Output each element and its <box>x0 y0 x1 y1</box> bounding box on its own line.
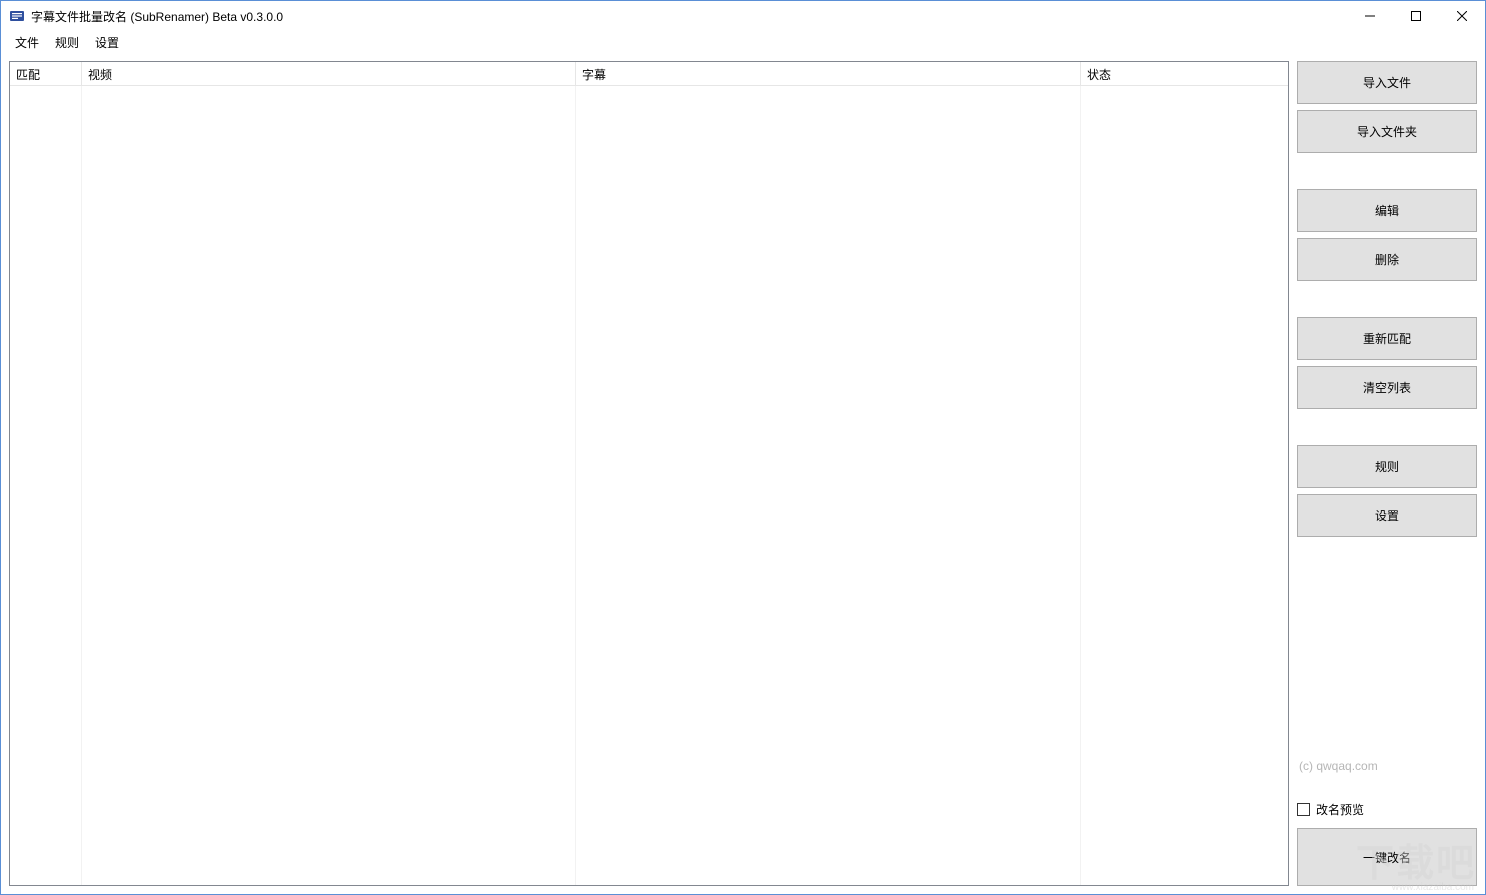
settings-button[interactable]: 设置 <box>1297 494 1477 537</box>
menu-rule[interactable]: 规则 <box>47 32 87 53</box>
list-col-subtitle <box>576 86 1081 885</box>
close-button[interactable] <box>1439 1 1485 31</box>
list-col-match <box>10 86 82 885</box>
column-header-video[interactable]: 视频 <box>82 62 576 85</box>
group-import: 导入文件 导入文件夹 <box>1297 61 1477 159</box>
group-edit: 编辑 删除 <box>1297 189 1477 287</box>
app-window: 字幕文件批量改名 (SubRenamer) Beta v0.3.0.0 文件 规… <box>0 0 1486 895</box>
list-body[interactable] <box>10 86 1288 885</box>
preview-row: 改名预览 <box>1297 799 1477 828</box>
import-file-button[interactable]: 导入文件 <box>1297 61 1477 104</box>
list-col-video <box>82 86 576 885</box>
delete-button[interactable]: 删除 <box>1297 238 1477 281</box>
menubar: 文件 规则 设置 <box>1 31 1485 53</box>
list-col-status <box>1081 86 1288 885</box>
window-title: 字幕文件批量改名 (SubRenamer) Beta v0.3.0.0 <box>31 8 283 25</box>
column-header-match[interactable]: 匹配 <box>10 62 82 85</box>
minimize-button[interactable] <box>1347 1 1393 31</box>
one-click-rename-button[interactable]: 一键改名 <box>1297 828 1477 886</box>
preview-checkbox[interactable] <box>1297 803 1310 816</box>
import-folder-button[interactable]: 导入文件夹 <box>1297 110 1477 153</box>
column-header-subtitle[interactable]: 字幕 <box>576 62 1081 85</box>
content-area: 匹配 视频 字幕 状态 导入文件 导入文件夹 编辑 删除 重 <box>1 53 1485 894</box>
group-config: 规则 设置 <box>1297 445 1477 543</box>
spacer <box>1297 573 1477 755</box>
column-header-status[interactable]: 状态 <box>1081 62 1288 85</box>
side-panel: 导入文件 导入文件夹 编辑 删除 重新匹配 清空列表 规则 设置 (c) qwq… <box>1297 61 1477 886</box>
rematch-button[interactable]: 重新匹配 <box>1297 317 1477 360</box>
menu-settings[interactable]: 设置 <box>87 32 127 53</box>
list-panel: 匹配 视频 字幕 状态 <box>9 61 1289 886</box>
list-header: 匹配 视频 字幕 状态 <box>10 62 1288 86</box>
clear-list-button[interactable]: 清空列表 <box>1297 366 1477 409</box>
rule-button[interactable]: 规则 <box>1297 445 1477 488</box>
edit-button[interactable]: 编辑 <box>1297 189 1477 232</box>
titlebar: 字幕文件批量改名 (SubRenamer) Beta v0.3.0.0 <box>1 1 1485 31</box>
copyright-label: (c) qwqaq.com <box>1297 755 1477 777</box>
maximize-button[interactable] <box>1393 1 1439 31</box>
window-controls <box>1347 1 1485 31</box>
group-list: 重新匹配 清空列表 <box>1297 317 1477 415</box>
app-icon <box>9 8 25 24</box>
titlebar-left: 字幕文件批量改名 (SubRenamer) Beta v0.3.0.0 <box>9 8 283 25</box>
menu-file[interactable]: 文件 <box>7 32 47 53</box>
preview-label: 改名预览 <box>1316 801 1364 818</box>
